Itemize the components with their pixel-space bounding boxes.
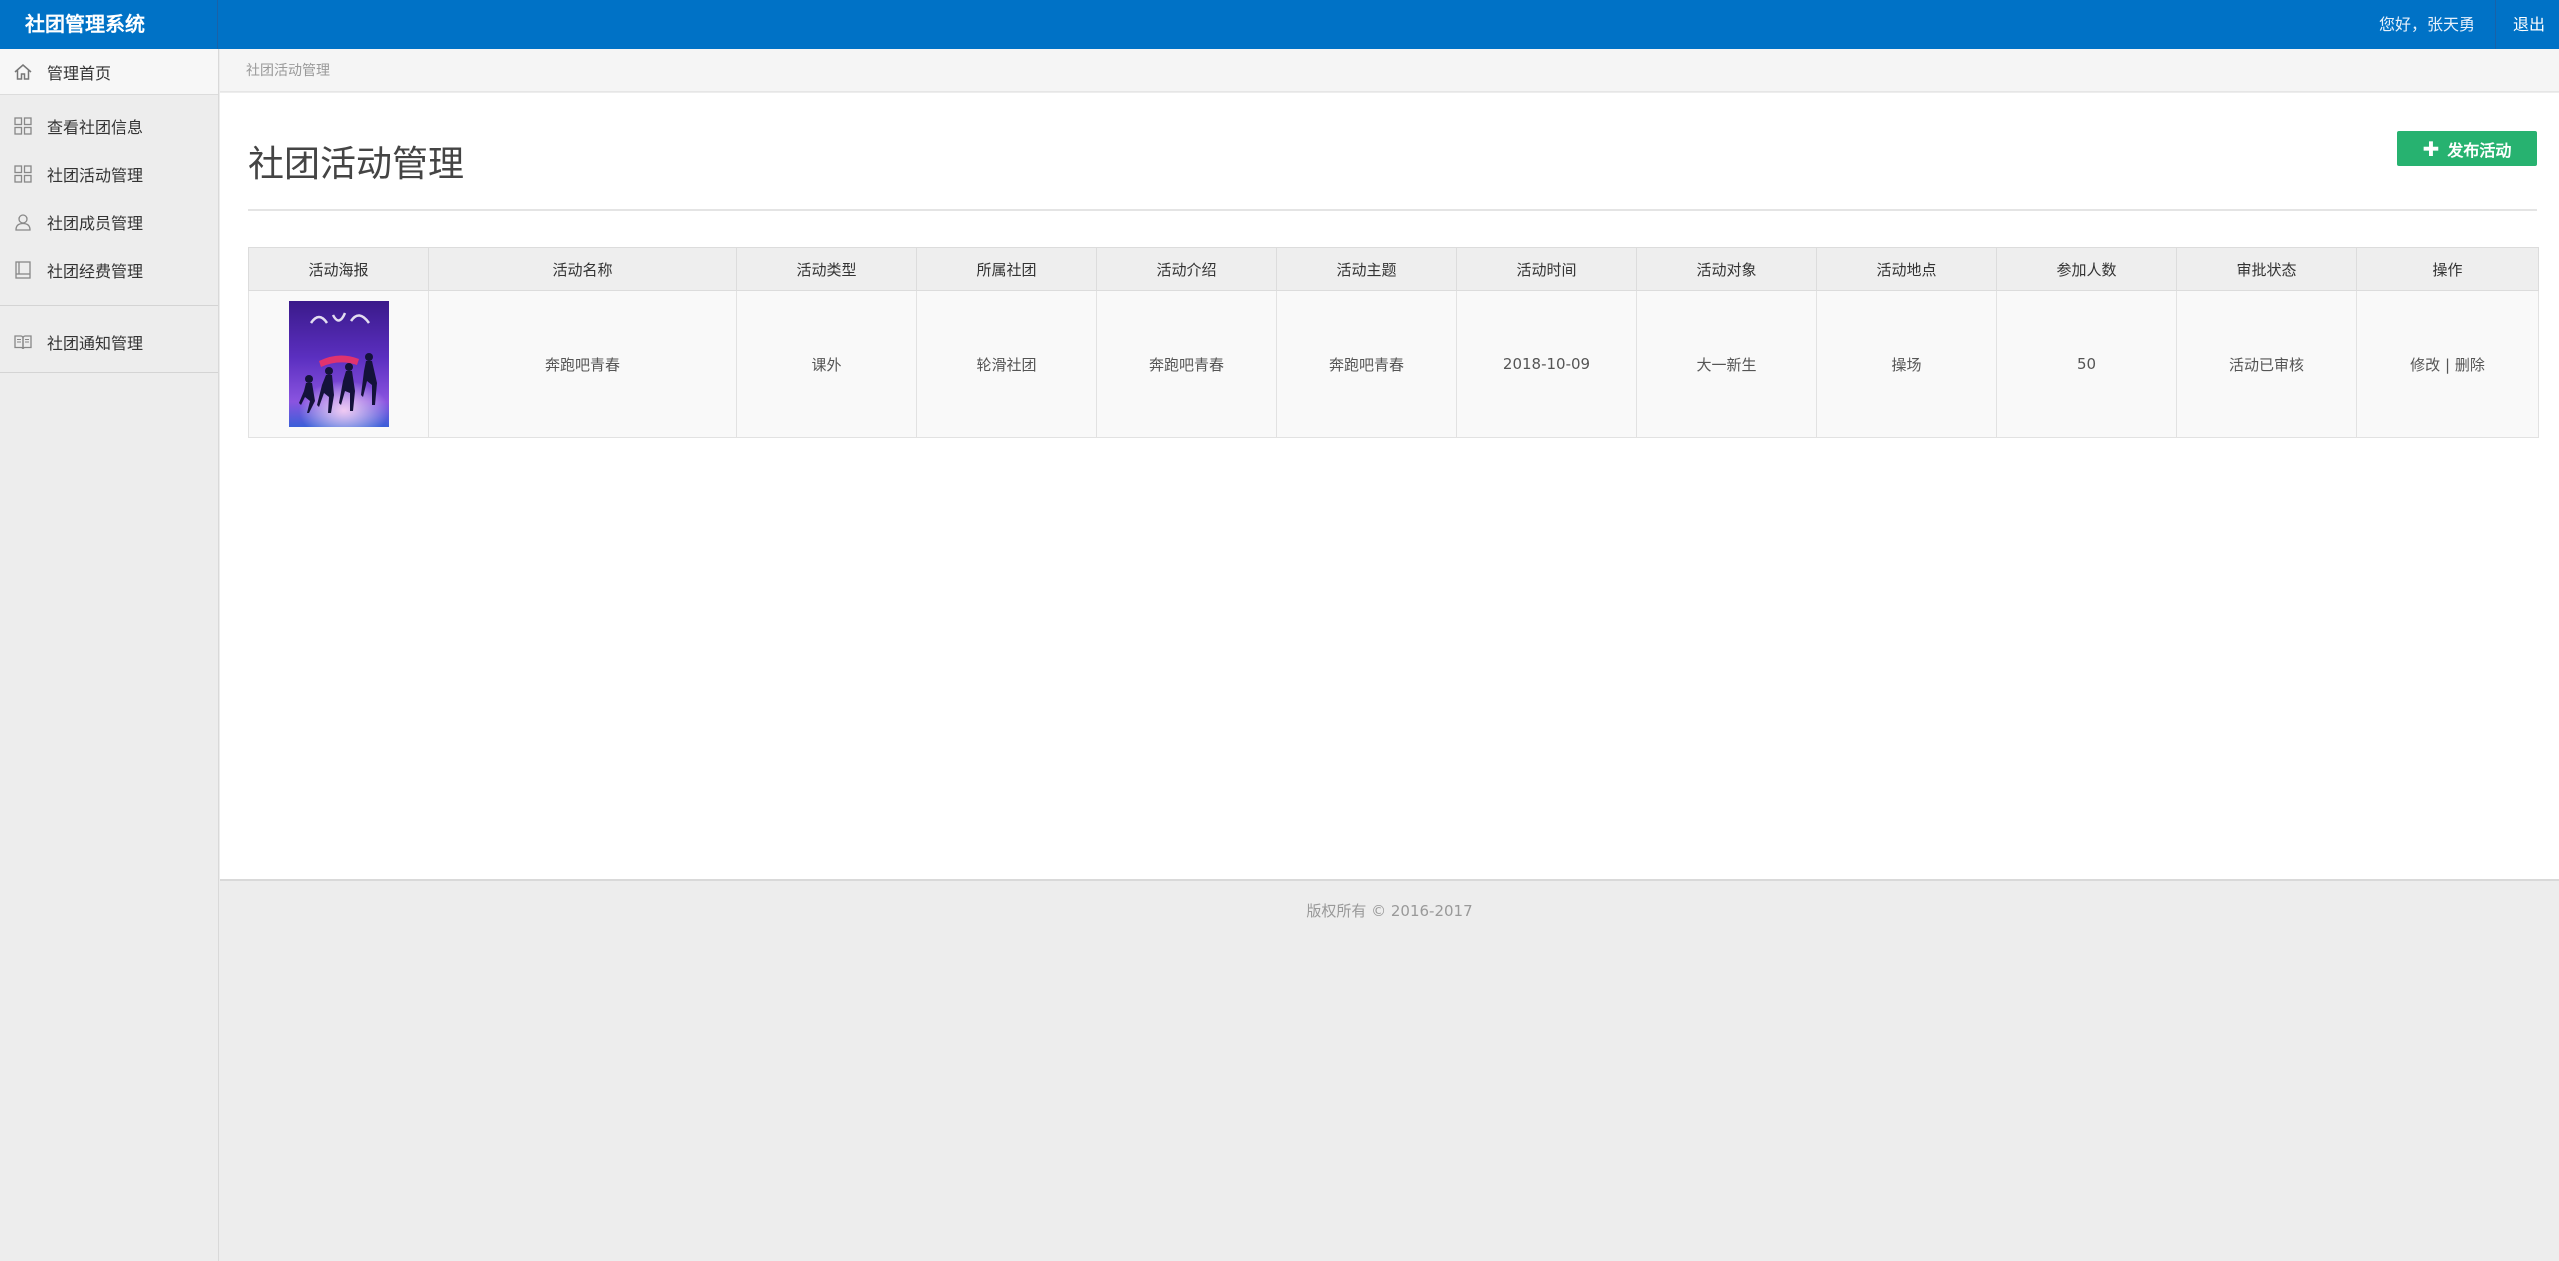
- activity-time-cell: 2018-10-09: [1456, 290, 1637, 438]
- home-icon: [12, 61, 34, 83]
- plus-icon: ✚: [2422, 136, 2440, 161]
- table-row: 奔跑吧青春 课外 轮滑社团 奔跑吧青春 奔跑吧青春 2018-10-09 大一新…: [248, 290, 2539, 438]
- grid-icon: [12, 115, 34, 137]
- sidebar-item-club-info[interactable]: 查看社团信息: [0, 102, 218, 150]
- delete-link[interactable]: 删除: [2455, 356, 2485, 374]
- sidebar-item-label: 社团成员管理: [47, 214, 144, 233]
- col-header-theme: 活动主题: [1276, 247, 1457, 291]
- app-title: 社团管理系统: [0, 0, 218, 49]
- sidebar-item-label: 社团通知管理: [47, 334, 144, 353]
- publish-activity-label: 发布活动: [2447, 140, 2512, 160]
- col-header-name: 活动名称: [428, 247, 737, 291]
- sidebar-item-notices[interactable]: 社团通知管理: [0, 318, 218, 366]
- sidebar: 管理首页 查看社团信息 社团活动管理 社团成员管理 社团经费管理 社团通知管理: [0, 49, 219, 1261]
- top-bar: 社团管理系统 您好，张天勇 退出: [0, 0, 2559, 49]
- sidebar-item-funds[interactable]: 社团经费管理: [0, 246, 218, 294]
- sidebar-divider: [0, 372, 218, 373]
- user-greeting: 您好，张天勇: [2359, 0, 2496, 49]
- logout-link[interactable]: 退出: [2496, 0, 2559, 49]
- activity-count-cell: 50: [1996, 290, 2177, 438]
- sidebar-divider: [0, 294, 218, 306]
- activity-name-cell: 奔跑吧青春: [428, 290, 737, 438]
- action-separator: |: [2444, 355, 2451, 374]
- main-panel: 社团活动管理 ✚ 发布活动 活动海报 活动名称 活动类型 所属社团 活动介绍 活…: [220, 93, 2559, 881]
- poster-cell: [248, 290, 429, 438]
- activity-club-cell: 轮滑社团: [916, 290, 1097, 438]
- activity-status-cell: 活动已审核: [2176, 290, 2357, 438]
- open-book-icon: [12, 331, 34, 353]
- title-divider: [248, 209, 2537, 211]
- activity-table: 活动海报 活动名称 活动类型 所属社团 活动介绍 活动主题 活动时间 活动对象 …: [248, 247, 2539, 438]
- page-title: 社团活动管理: [248, 144, 465, 185]
- sidebar-item-home[interactable]: 管理首页: [0, 49, 218, 95]
- col-header-status: 审批状态: [2176, 247, 2357, 291]
- sidebar-item-label: 查看社团信息: [47, 118, 144, 137]
- edit-link[interactable]: 修改: [2410, 356, 2440, 374]
- col-header-poster: 活动海报: [248, 247, 429, 291]
- col-header-intro: 活动介绍: [1096, 247, 1277, 291]
- grid-icon: [12, 163, 34, 185]
- col-header-place: 活动地点: [1816, 247, 1997, 291]
- table-header-row: 活动海报 活动名称 活动类型 所属社团 活动介绍 活动主题 活动时间 活动对象 …: [248, 247, 2539, 291]
- activity-type-cell: 课外: [736, 290, 917, 438]
- col-header-club: 所属社团: [916, 247, 1097, 291]
- user-icon: [12, 211, 34, 233]
- breadcrumb: 社团活动管理: [220, 49, 2559, 92]
- sidebar-item-label: 管理首页: [47, 63, 112, 83]
- col-header-count: 参加人数: [1996, 247, 2177, 291]
- activity-theme-cell: 奔跑吧青春: [1276, 290, 1457, 438]
- col-header-time: 活动时间: [1456, 247, 1637, 291]
- top-right-area: 您好，张天勇 退出: [2359, 0, 2559, 49]
- activity-poster-image: [288, 301, 389, 427]
- book-icon: [12, 259, 34, 281]
- activity-intro-cell: 奔跑吧青春: [1096, 290, 1277, 438]
- publish-activity-button[interactable]: ✚ 发布活动: [2397, 131, 2537, 166]
- activity-place-cell: 操场: [1816, 290, 1997, 438]
- activity-target-cell: 大一新生: [1636, 290, 1817, 438]
- sidebar-item-members[interactable]: 社团成员管理: [0, 198, 218, 246]
- footer-copyright: 版权所有 © 2016-2017: [1306, 902, 1473, 920]
- actions-cell: 修改 | 删除: [2356, 290, 2539, 438]
- col-header-target: 活动对象: [1636, 247, 1817, 291]
- sidebar-item-label: 社团经费管理: [47, 262, 144, 281]
- col-header-actions: 操作: [2356, 247, 2539, 291]
- sidebar-item-activity[interactable]: 社团活动管理: [0, 150, 218, 198]
- col-header-type: 活动类型: [736, 247, 917, 291]
- sidebar-item-label: 社团活动管理: [47, 166, 144, 185]
